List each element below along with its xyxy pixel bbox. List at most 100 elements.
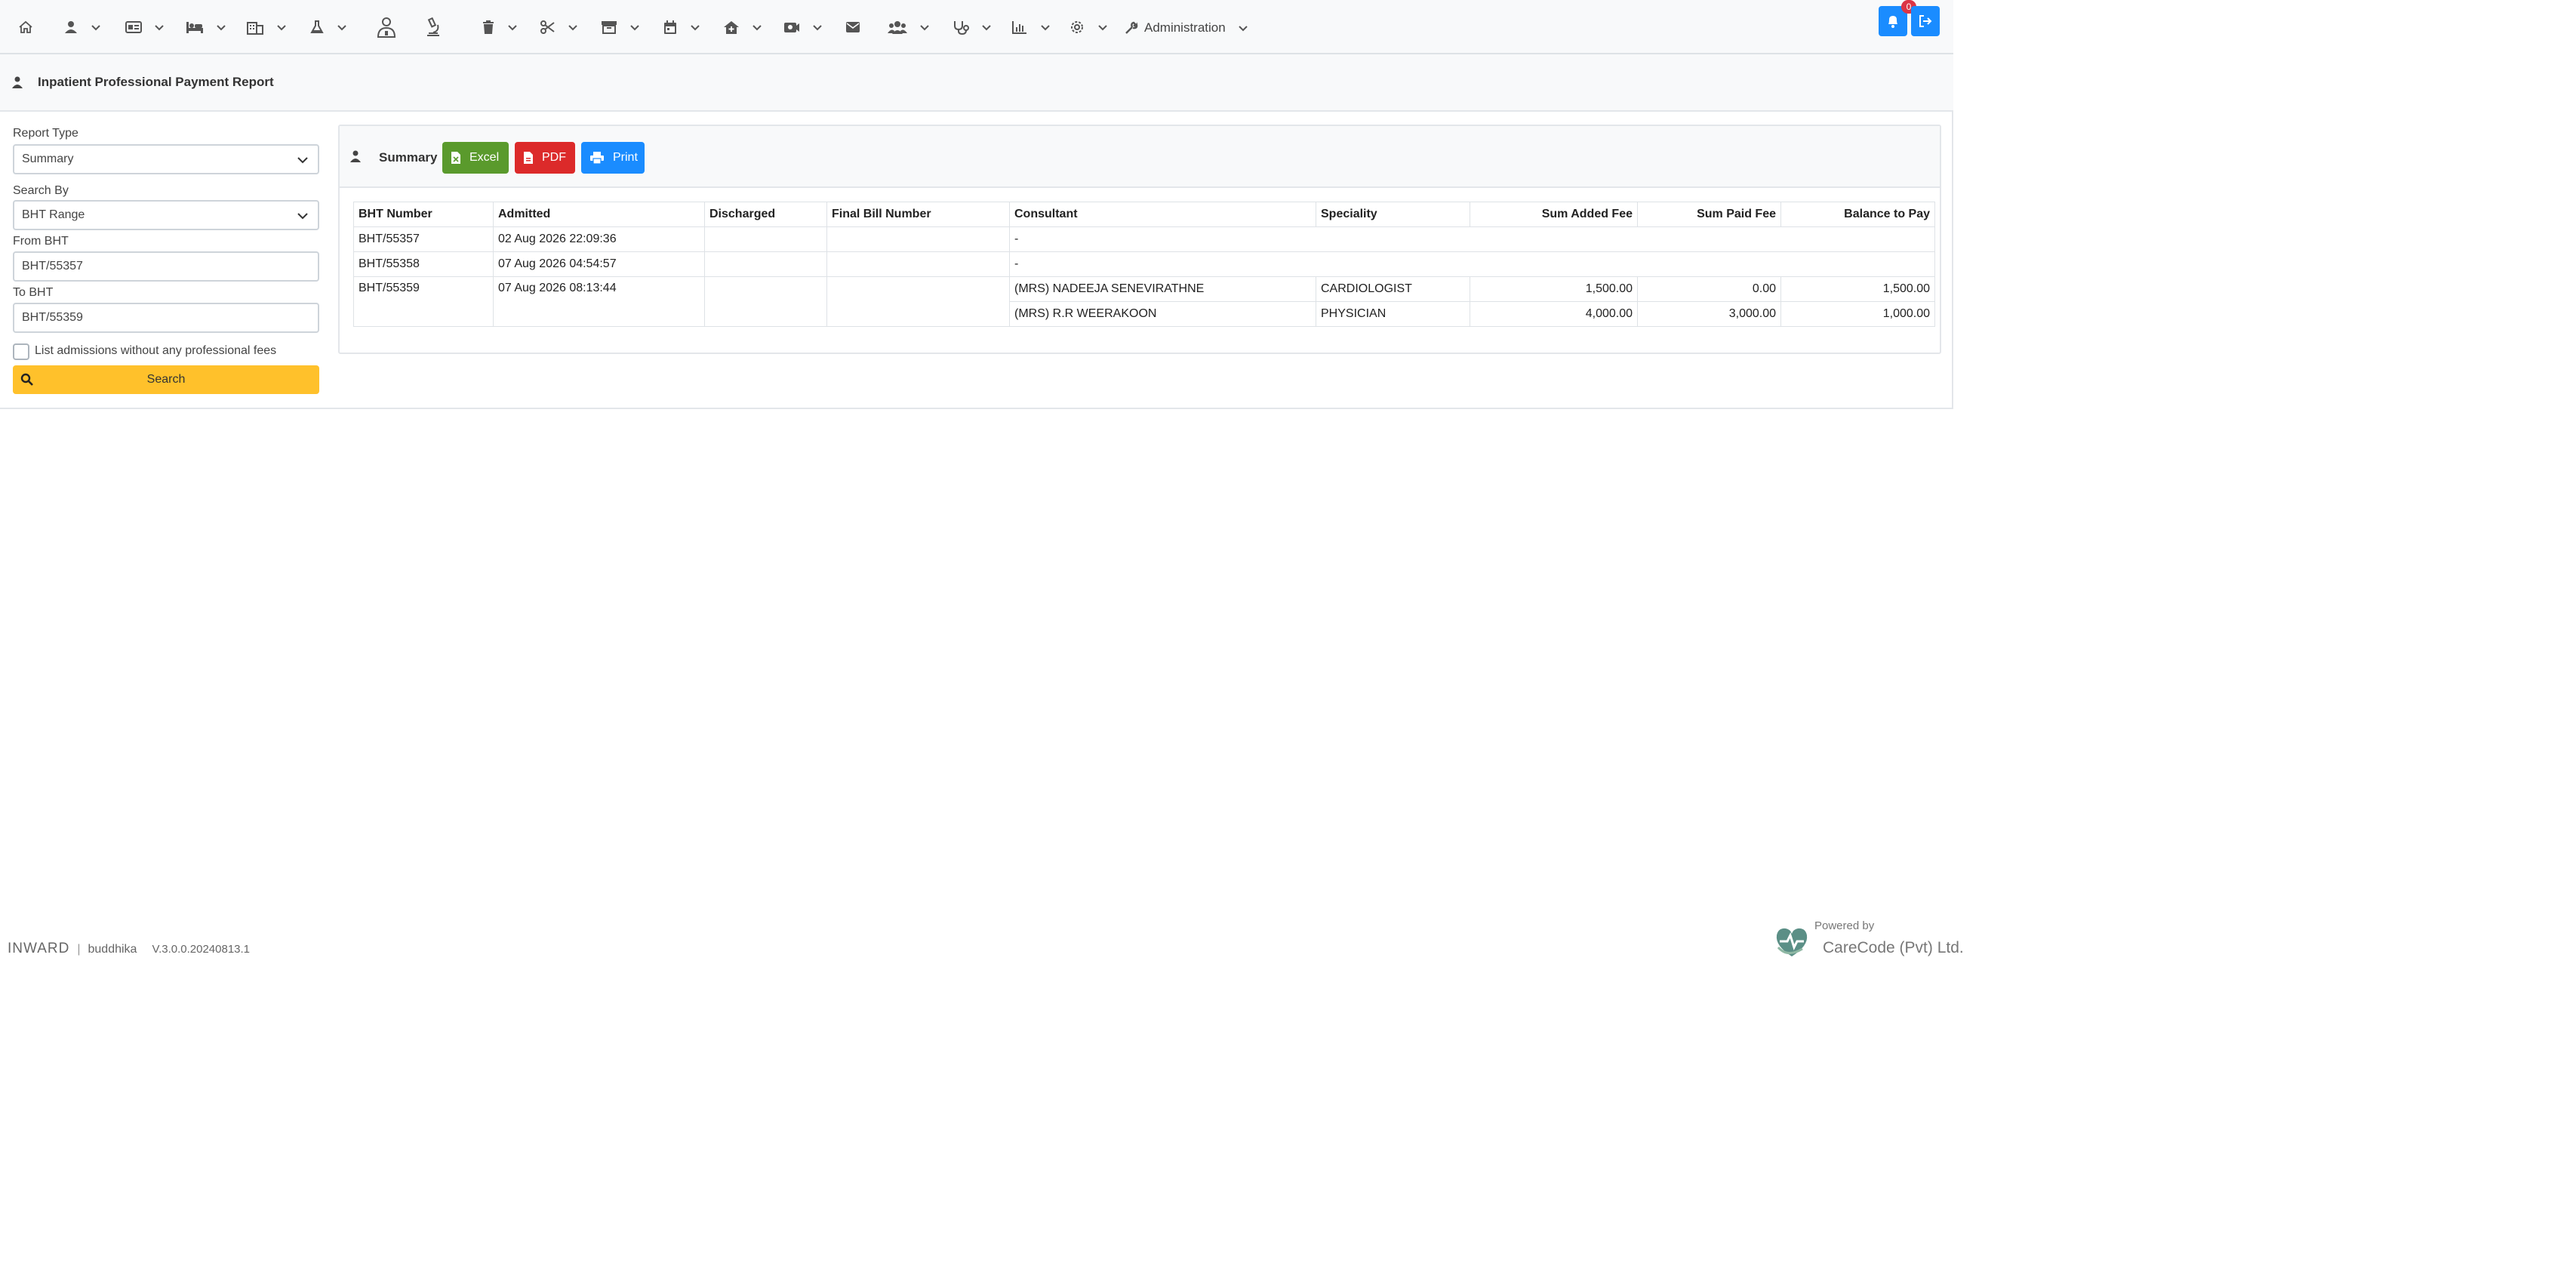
calendar-icon (664, 20, 676, 34)
balance-cell: 1,500.00 (1780, 276, 1935, 302)
chevron-down-icon (297, 157, 308, 164)
chevron-down-icon (1098, 25, 1107, 31)
chevron-down-icon (508, 25, 517, 31)
column-header: Speciality (1316, 202, 1470, 227)
envelope-icon[interactable] (845, 15, 860, 39)
menu-settings[interactable] (1069, 15, 1109, 39)
to-bht-input[interactable]: BHT/55359 (13, 303, 319, 333)
menu-administration[interactable]: Administration (1125, 17, 1250, 39)
search-by-select[interactable]: BHT Range (13, 200, 319, 230)
company-name: CareCode (Pvt) Ltd. (1823, 939, 1964, 956)
bht-number-cell: BHT/55357 (353, 226, 494, 252)
sum-paid-fee-cell: 0.00 (1637, 276, 1781, 302)
speciality-cell: CARDIOLOGIST (1316, 276, 1470, 302)
menu-doctors[interactable] (376, 15, 397, 39)
print-button[interactable]: Print (581, 142, 645, 174)
menu-archive[interactable] (601, 15, 642, 39)
file-excel-icon (451, 152, 460, 164)
chevron-down-icon (920, 25, 929, 31)
final-bill-cell (826, 251, 1010, 277)
chevron-down-icon (1041, 25, 1050, 31)
menu-hr[interactable] (888, 15, 931, 39)
building-icon (247, 22, 263, 35)
home-icon[interactable] (18, 15, 33, 39)
microscope-icon (427, 17, 439, 36)
user-icon (65, 21, 77, 33)
balance-cell: 1,000.00 (1780, 301, 1935, 327)
menu-store[interactable] (482, 15, 519, 39)
table-row: BHT/55357 02 Aug 2026 22:09:36 - (353, 226, 1935, 252)
chevron-down-icon (277, 25, 286, 31)
report-type-value: Summary (22, 152, 74, 165)
from-bht-label: From BHT (13, 235, 69, 248)
menu-channeling[interactable] (663, 15, 702, 39)
pdf-label: PDF (542, 151, 566, 164)
user-icon (12, 76, 23, 88)
menu-inward[interactable] (186, 15, 228, 39)
column-header: Consultant (1009, 202, 1316, 227)
chevron-down-icon (91, 25, 100, 31)
menu-reports[interactable] (1011, 15, 1052, 39)
from-bht-value: BHT/55357 (22, 260, 83, 273)
report-type-label: Report Type (13, 127, 78, 140)
chevron-down-icon (752, 25, 762, 31)
bht-number-cell: BHT/55359 (353, 276, 494, 327)
carecode-logo-icon (1776, 928, 1808, 956)
chevron-down-icon (217, 25, 226, 31)
speciality-cell: PHYSICIAN (1316, 301, 1470, 327)
column-header: Admitted (493, 202, 705, 227)
menu-surgery[interactable] (540, 15, 580, 39)
column-header: Final Bill Number (826, 202, 1010, 227)
final-bill-cell (826, 226, 1010, 252)
search-button[interactable]: Search (13, 365, 319, 394)
logout-icon (1919, 15, 1932, 27)
to-bht-label: To BHT (13, 286, 54, 299)
page-header: Inpatient Professional Payment Report (0, 54, 1953, 112)
excel-button[interactable]: Excel (442, 142, 509, 174)
print-icon (590, 152, 604, 164)
pdf-button[interactable]: PDF (515, 142, 575, 174)
search-by-value: BHT Range (22, 208, 85, 221)
discharged-cell (704, 226, 827, 252)
menu-opd[interactable] (125, 15, 166, 39)
sum-paid-fee-cell: 3,000.00 (1637, 301, 1781, 327)
chevron-down-icon (630, 25, 639, 31)
page: Administration 0 Inpatient Professional … (0, 0, 2576, 1278)
menu-clinical[interactable] (953, 15, 993, 39)
summary-panel: Summary Excel PDF Print BHT Number Admit… (338, 125, 1941, 354)
no-fees-checkbox[interactable] (13, 343, 29, 360)
report-table: BHT Number Admitted Discharged Final Bil… (353, 202, 1935, 327)
table-row: BHT/55358 07 Aug 2026 04:54:57 - (353, 251, 1935, 277)
table-header-row: BHT Number Admitted Discharged Final Bil… (353, 202, 1935, 227)
wrench-icon (1125, 21, 1138, 34)
administration-label: Administration (1144, 20, 1226, 35)
scissors-icon (540, 20, 555, 34)
version: V.3.0.0.20240813.1 (152, 943, 251, 956)
page-title: Inpatient Professional Payment Report (38, 75, 274, 89)
excel-label: Excel (469, 151, 500, 164)
report-type-select[interactable]: Summary (13, 144, 319, 174)
gear-icon (1071, 21, 1083, 33)
menu-clinic[interactable] (723, 15, 764, 39)
menu-theatre[interactable] (246, 15, 288, 39)
to-bht-value: BHT/55359 (22, 311, 83, 324)
menu-pharmacy[interactable] (424, 15, 442, 39)
menu-cashier[interactable] (783, 15, 824, 39)
column-header: BHT Number (353, 202, 494, 227)
column-header: Sum Paid Fee (1637, 202, 1781, 227)
discharged-cell (704, 251, 827, 277)
from-bht-input[interactable]: BHT/55357 (13, 251, 319, 282)
logout-button[interactable] (1911, 6, 1940, 36)
chevron-down-icon (1239, 26, 1248, 32)
table-row: BHT/55359 07 Aug 2026 08:13:44 (MRS) NAD… (353, 276, 1935, 327)
menu-lab[interactable] (309, 15, 349, 39)
users-icon (888, 21, 907, 34)
top-navbar: Administration 0 (0, 0, 1953, 54)
file-pdf-icon (524, 152, 533, 164)
menu-patients[interactable] (63, 15, 103, 39)
print-label: Print (613, 151, 638, 164)
id-card-icon (125, 21, 142, 33)
chevron-down-icon (982, 25, 991, 31)
no-fees-checkbox-label: List admissions without any professional… (35, 344, 277, 357)
final-bill-cell (826, 276, 1010, 327)
